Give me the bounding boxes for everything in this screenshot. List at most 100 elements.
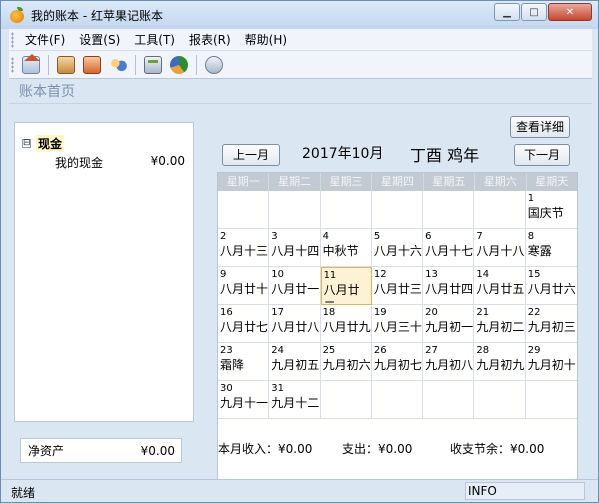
calendar-day[interactable]: 25 九月初六 (320, 343, 372, 381)
lunar-date: 八月廿一 (271, 282, 320, 296)
lunar-date: 寒露 (527, 244, 552, 258)
report-chart-button[interactable] (167, 53, 191, 77)
lunar-date: 八月廿二 (323, 283, 360, 304)
lunar-date: 中秋节 (322, 244, 359, 258)
lunar-date: 九月初五 (271, 358, 320, 372)
calendar-day[interactable]: 26 九月初七 (371, 343, 424, 381)
day-number: 9 (220, 269, 227, 280)
calendar-grid: 1 国庆节 2 八月十三 3 八月十四 4 中秋节 5 八月十六 6 八月十七 7 八月十八 8 寒露 9 八月廿… (218, 191, 577, 419)
calendar-day[interactable]: 29 九月初十 (525, 343, 577, 381)
calendar-day[interactable]: 18 八月廿九 (320, 305, 372, 343)
calendar-day[interactable]: 12 八月廿三 (371, 267, 424, 305)
lunar-date: 八月十三 (220, 244, 269, 258)
lunar-date: 八月廿五 (476, 282, 525, 296)
calendar-empty-cell (474, 381, 526, 419)
pie-chart-icon (170, 55, 188, 74)
day-number: 15 (527, 269, 541, 280)
day-number: 1 (527, 193, 535, 204)
collapse-icon[interactable]: ⊟ (22, 139, 31, 148)
account-name: 我的现金 (55, 156, 104, 170)
day-number: 17 (271, 307, 285, 318)
lunar-date: 八月十七 (425, 244, 474, 258)
weekday-label: 星期三 (321, 173, 373, 191)
view-detail-button[interactable]: 查看详细 (510, 116, 570, 138)
income-summary: 本月收入：¥0.00 (218, 442, 313, 456)
day-number: 12 (373, 269, 387, 280)
calendar-day[interactable]: 2 八月十三 (218, 229, 270, 267)
calendar-day[interactable]: 1 国庆节 (525, 191, 577, 229)
lunar-date: 九月十二 (271, 396, 320, 410)
calendar-day[interactable]: 7 八月十八 (474, 229, 526, 267)
calendar-day[interactable]: 21 九月初二 (474, 305, 526, 343)
calendar-day[interactable]: 19 八月三十 (371, 305, 424, 343)
calendar-empty-cell (423, 191, 475, 229)
users-icon (109, 55, 127, 74)
weekday-label: 星期一 (218, 173, 270, 191)
calendar-day[interactable]: 8 寒露 (525, 229, 577, 267)
tree-group-cash[interactable]: ⊟ 现金 (22, 135, 65, 152)
calendar-day[interactable]: 11 八月廿二 (320, 267, 372, 305)
calendar-day[interactable]: 4 中秋节 (320, 229, 372, 267)
calendar-day[interactable]: 23 霜降 (218, 343, 270, 381)
menu-tools[interactable]: 工具(T) (127, 30, 182, 50)
calendar-day[interactable]: 6 八月十七 (423, 229, 475, 267)
status-bar: 就绪 INFO (1, 479, 598, 502)
calendar-day[interactable]: 20 九月初一 (423, 305, 475, 343)
calendar-empty-cell (320, 191, 372, 229)
next-month-button[interactable]: 下一月 (514, 144, 570, 166)
weekday-label: 星期二 (269, 173, 321, 191)
calendar-day[interactable]: 28 九月初九 (474, 343, 526, 381)
prev-month-button[interactable]: 上一月 (222, 144, 280, 166)
feedback-button[interactable] (202, 53, 226, 77)
toolbar-separator (196, 54, 197, 75)
calendar-day[interactable]: 16 八月廿七 (218, 305, 270, 343)
window-title: 我的账本 - 红苹果记账本 (31, 8, 163, 23)
calendar-empty-cell (371, 191, 424, 229)
calendar-day[interactable]: 13 八月廿四 (423, 267, 475, 305)
calendar-day[interactable]: 14 八月廿五 (474, 267, 526, 305)
account-book-button[interactable] (54, 53, 78, 77)
lunar-date: 八月廿六 (527, 282, 576, 296)
day-number: 2 (220, 231, 227, 242)
calendar-day[interactable]: 15 八月廿六 (525, 267, 577, 305)
minimize-button[interactable]: ▁ (494, 3, 520, 21)
calendar-day[interactable]: 9 八月廿十 (218, 267, 270, 305)
lunar-date: 八月廿八 (271, 320, 320, 334)
calendar-day[interactable]: 10 八月廿一 (269, 267, 321, 305)
calendar-day[interactable]: 30 九月十一 (218, 381, 270, 419)
tree-item-my-cash[interactable]: 我的现金 ¥0.00 (55, 154, 185, 171)
maximize-button[interactable]: □ (521, 3, 547, 21)
calendar-empty-cell (423, 381, 475, 419)
lunar-date: 国庆节 (527, 206, 564, 220)
lunar-date: 九月十一 (220, 396, 269, 410)
calculator-icon (144, 55, 162, 74)
lunar-date: 九月初一 (425, 320, 474, 334)
calendar-day[interactable]: 22 九月初三 (525, 305, 577, 343)
calendar-day[interactable]: 3 八月十四 (269, 229, 321, 267)
accounts-tree: ⊟ 现金 我的现金 ¥0.00 (14, 122, 194, 422)
calendar-day[interactable]: 17 八月廿八 (269, 305, 321, 343)
calendar-empty-cell (218, 191, 270, 229)
calendar-day[interactable]: 24 九月初五 (269, 343, 321, 381)
calendar-day[interactable]: 27 九月初八 (423, 343, 475, 381)
menu-settings[interactable]: 设置(S) (72, 30, 127, 50)
ledger-button[interactable] (80, 53, 104, 77)
title-bar: 我的账本 - 红苹果记账本 ▁ □ ✕ (1, 1, 598, 29)
day-number: 18 (322, 307, 336, 318)
close-button[interactable]: ✕ (548, 3, 592, 21)
calendar-day[interactable]: 5 八月十六 (371, 229, 424, 267)
menu-reports[interactable]: 报表(R) (182, 30, 238, 50)
calendar-day[interactable]: 31 九月十二 (269, 381, 321, 419)
day-number: 4 (322, 231, 329, 242)
home-button[interactable] (19, 53, 43, 77)
menu-file[interactable]: 文件(F) (18, 30, 72, 50)
day-number: 29 (527, 345, 541, 356)
lunar-date: 九月初九 (476, 358, 525, 372)
menu-help[interactable]: 帮助(H) (238, 30, 294, 50)
ledger-icon (83, 55, 101, 74)
lunar-date: 八月廿四 (425, 282, 474, 296)
maximize-icon: □ (529, 6, 539, 18)
calculator-button[interactable] (141, 53, 165, 77)
day-number: 27 (425, 345, 438, 356)
users-button[interactable] (106, 53, 130, 77)
